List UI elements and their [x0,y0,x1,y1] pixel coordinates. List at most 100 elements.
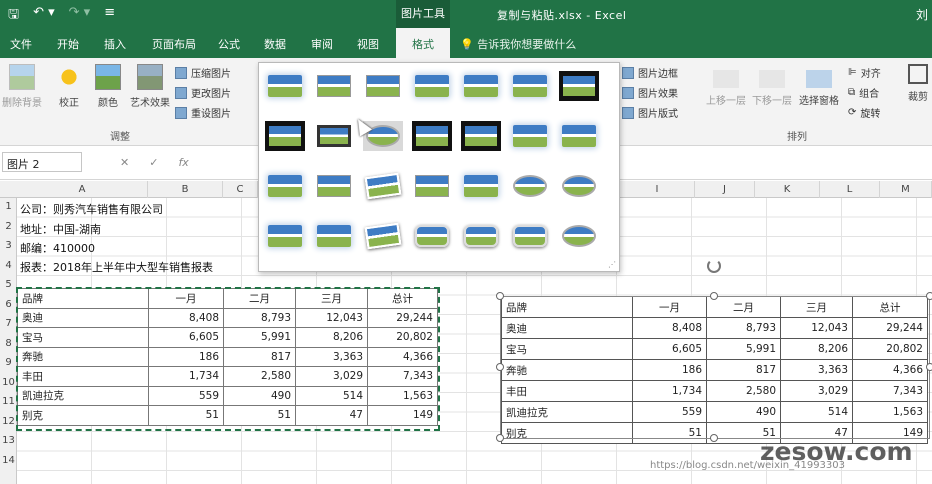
undo-icon[interactable]: ↶ ▾ [33,5,55,27]
send-backward-button[interactable]: 下移一层 [750,70,794,107]
row-header[interactable]: 8 [0,338,17,349]
picture-style-option[interactable] [559,171,599,201]
info-postcode[interactable]: 邮编：410000 [20,240,95,256]
enter-icon[interactable]: ✓ [149,156,158,169]
picture-effects-button[interactable]: 图片效果 [622,85,678,100]
row-header[interactable]: 1 [0,201,17,212]
table-cell[interactable]: 8,793 [223,307,296,328]
table-header-cell[interactable]: 品牌 [17,288,149,309]
row-header[interactable]: 11 [0,396,17,407]
table-cell[interactable]: 514 [295,385,368,406]
picture-style-option[interactable] [314,121,354,151]
picture-style-option[interactable] [363,171,403,201]
row-header[interactable]: 2 [0,221,17,232]
resize-handle[interactable] [496,292,504,300]
picture-style-option[interactable] [559,221,599,251]
crop-button[interactable]: 裁剪 [904,64,932,103]
picture-style-option[interactable] [265,171,305,201]
row-header[interactable]: 10 [0,377,17,388]
table-cell[interactable]: 5,991 [223,327,296,348]
align-button[interactable]: ⊫ 对齐 [848,65,881,80]
redo-icon[interactable]: ↷ ▾ [69,5,91,27]
tab-home[interactable]: 开始 [57,36,79,52]
picture-style-option[interactable] [510,121,550,151]
picture-style-option[interactable] [510,221,550,251]
row-header[interactable]: 12 [0,416,17,427]
table-cell[interactable]: 奥迪 [17,307,149,328]
table-cell[interactable]: 3,363 [295,346,368,367]
tab-insert[interactable]: 插入 [104,36,126,52]
table-cell[interactable]: 817 [223,346,296,367]
tab-page-layout[interactable]: 页面布局 [152,36,196,52]
picture-border-button[interactable]: 图片边框 [622,65,678,80]
picture-style-option[interactable] [461,71,501,101]
table-header-cell[interactable]: 二月 [223,288,296,309]
table-cell[interactable]: 1,734 [148,366,224,387]
table-cell[interactable]: 2,580 [223,366,296,387]
resize-handle[interactable] [926,292,932,300]
column-header[interactable]: C [223,181,258,198]
user-name[interactable]: 刘 [916,6,928,23]
rotate-button[interactable]: ⟳ 旋转 [848,105,880,120]
picture-style-option[interactable] [314,171,354,201]
table-cell[interactable]: 别克 [17,405,149,426]
table-header-cell[interactable]: 总计 [367,288,438,309]
resize-handle[interactable] [926,363,932,371]
tab-data[interactable]: 数据 [264,36,286,52]
picture-style-option[interactable] [412,221,452,251]
pasted-picture-table[interactable]: 品牌 一月 二月 三月 总计 奥迪 8,408 8,793 12,043 29,244 宝马 6,60… [501,296,928,444]
name-box[interactable]: 图片 2 [2,152,82,172]
row-header[interactable]: 4 [0,260,17,271]
table-cell[interactable]: 12,043 [295,307,368,328]
column-header[interactable]: A [17,181,148,198]
picture-style-option[interactable] [363,71,403,101]
picture-style-option[interactable] [265,221,305,251]
row-header[interactable]: 3 [0,240,17,251]
picture-style-option[interactable] [461,171,501,201]
resize-handle[interactable] [710,292,718,300]
tell-me-box[interactable]: 💡 告诉我你想要做什么 [460,36,576,52]
column-header[interactable]: M [880,181,932,198]
table-cell[interactable]: 奔驰 [17,346,149,367]
picture-style-option[interactable] [412,121,452,151]
bring-forward-button[interactable]: 上移一层 [704,70,748,107]
info-address[interactable]: 地址：中国-湖南 [20,221,101,237]
picture-style-option[interactable] [412,71,452,101]
table-cell[interactable]: 凯迪拉克 [17,385,149,406]
table-cell[interactable]: 29,244 [367,307,438,328]
table-cell[interactable]: 4,366 [367,346,438,367]
compress-pictures-button[interactable]: 压缩图片 [175,65,231,80]
cancel-icon[interactable]: ✕ [120,156,129,169]
row-header[interactable]: 14 [0,455,17,466]
picture-style-option[interactable] [314,71,354,101]
picture-style-option[interactable] [559,71,599,101]
info-company[interactable]: 公司：则秀汽车销售有限公司 [20,201,163,217]
picture-style-option[interactable] [314,221,354,251]
picture-style-option[interactable] [510,171,550,201]
tab-view[interactable]: 视图 [357,36,379,52]
row-header[interactable]: 13 [0,435,17,446]
corrections-button[interactable]: 校正 [52,64,86,109]
table-cell[interactable]: 490 [223,385,296,406]
group-button[interactable]: ⧉ 组合 [848,85,879,100]
rotate-handle-icon[interactable] [707,259,721,273]
picture-style-option[interactable] [461,121,501,151]
resize-handle[interactable] [496,363,504,371]
info-report[interactable]: 报表：2018年上半年中大型车销售报表 [20,259,213,275]
table-cell[interactable]: 51 [223,405,296,426]
picture-style-option[interactable] [510,71,550,101]
row-header[interactable]: 5 [0,279,17,290]
table-header-cell[interactable]: 三月 [295,288,368,309]
table-cell[interactable]: 丰田 [17,366,149,387]
resize-handle[interactable] [710,434,718,442]
row-header[interactable]: 7 [0,318,17,329]
customize-icon[interactable]: ≡ [104,5,115,27]
table-cell[interactable]: 宝马 [17,327,149,348]
reset-picture-button[interactable]: 重设图片 [175,105,231,120]
column-header[interactable]: L [820,181,880,198]
column-header[interactable]: B [148,181,223,198]
tab-formulas[interactable]: 公式 [218,36,240,52]
color-button[interactable]: 颜色 [92,64,124,109]
remove-background-button[interactable]: 删除背景 [2,64,42,109]
table-cell[interactable]: 8,408 [148,307,224,328]
